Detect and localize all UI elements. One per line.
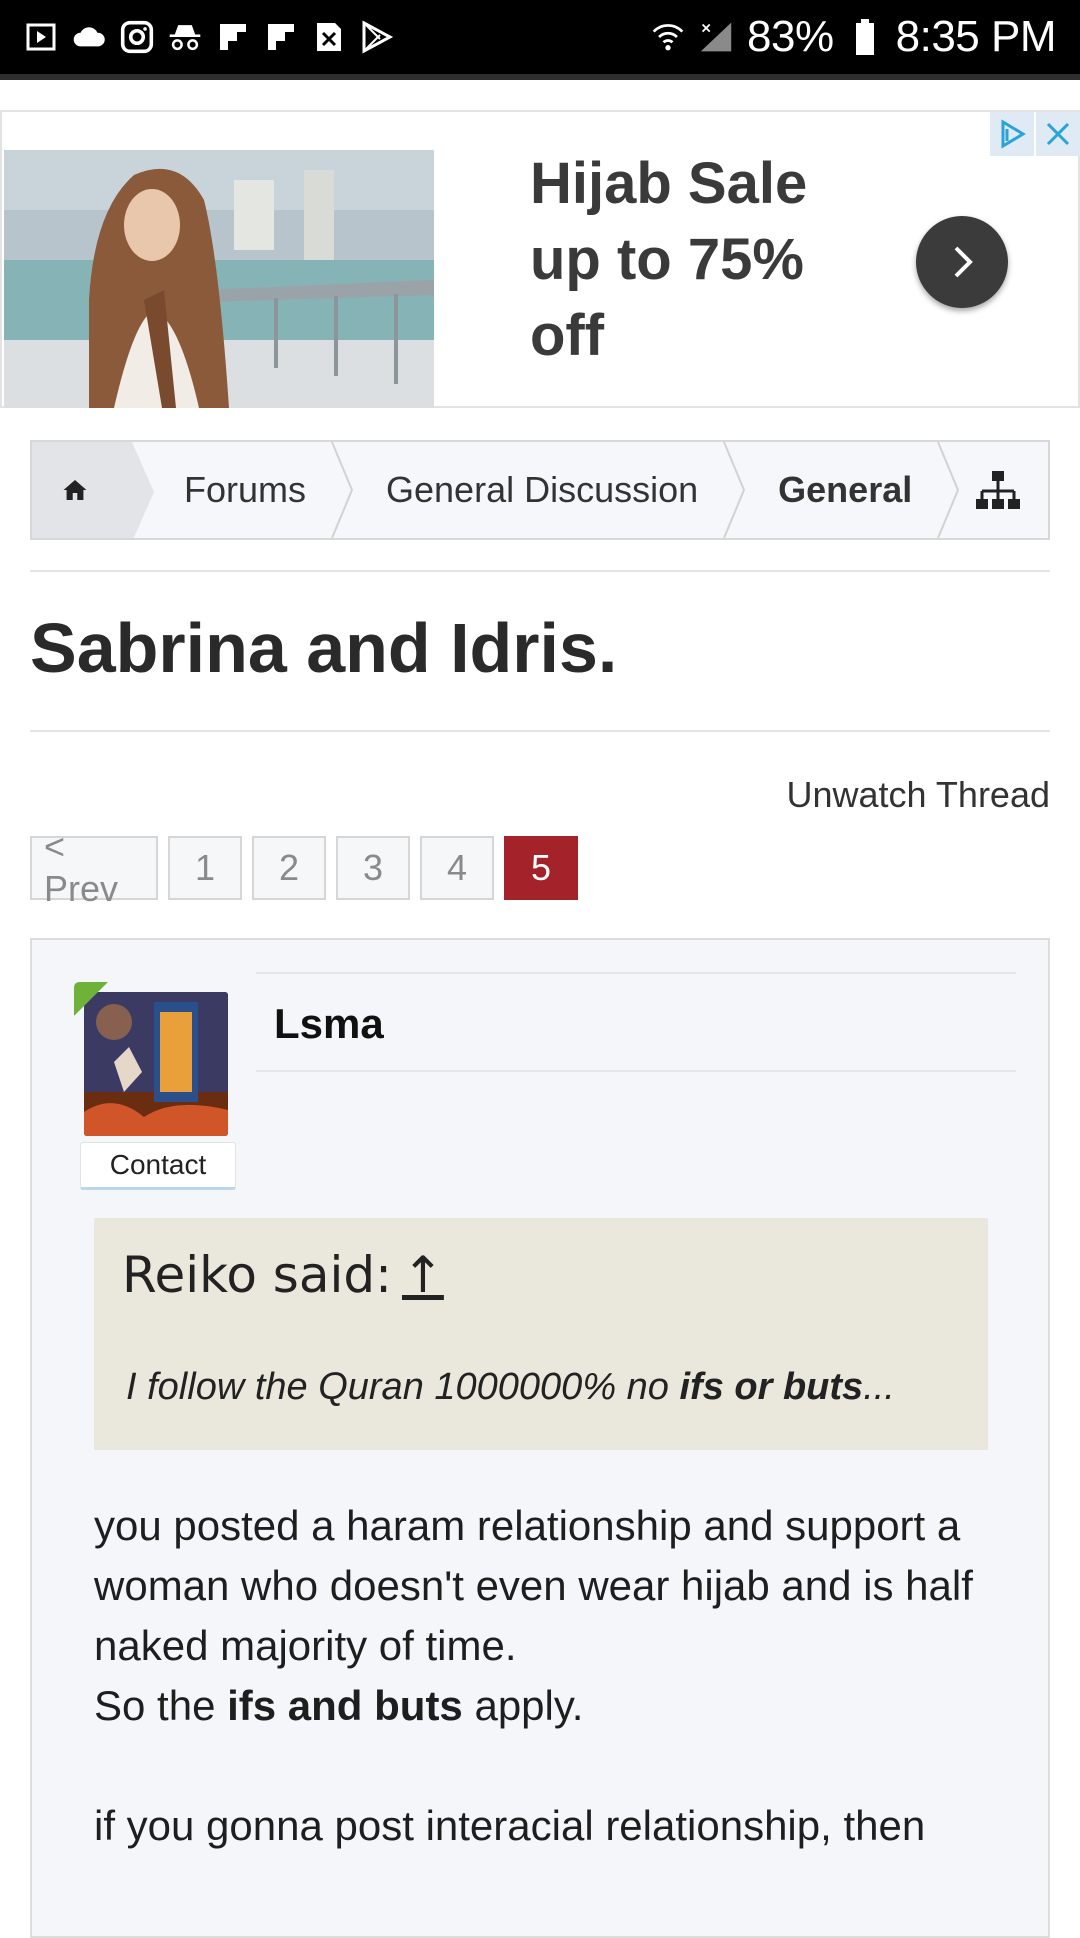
instagram-icon [120,20,154,54]
breadcrumb-label: Forums [184,469,307,510]
battery-icon [848,19,882,55]
breadcrumb-forums[interactable]: Forums [132,442,354,538]
notification-icons [24,20,394,54]
quote-text-plain: I follow the Quran 1000000% no [126,1366,680,1408]
breadcrumb-general[interactable]: General [726,442,960,538]
page-2-button[interactable]: 2 [252,836,326,900]
system-icons: 83% 8:35 PM [651,12,1057,62]
quote-text: I follow the Quran 1000000% no ifs or bu… [126,1366,895,1409]
breadcrumb-separator [937,442,960,538]
post-paragraph: So the ifs and buts apply. [94,1676,994,1736]
ad-image[interactable] [4,150,434,408]
breadcrumb-separator [331,442,354,538]
divider [30,570,1050,572]
post-text-bold: ifs and buts [227,1682,463,1729]
breadcrumb: Forums General Discussion General [30,440,1050,540]
breadcrumb-home[interactable] [32,442,154,538]
ad-headline[interactable]: Hijab Sale up to 75% off [530,146,870,374]
post-text: apply. [462,1682,584,1729]
incognito-icon [168,20,202,54]
adchoices-icon[interactable] [990,112,1034,156]
sitemap-icon [976,471,1020,509]
clock: 8:35 PM [895,12,1057,61]
online-status-indicator [74,982,108,1016]
breadcrumb-general-discussion[interactable]: General Discussion [334,442,746,538]
status-bar: 83% 8:35 PM [0,0,1080,74]
post-text: So the [94,1682,228,1729]
username-divider [256,972,1016,974]
quote-author-name: Reiko said: [122,1246,392,1304]
close-box-icon [312,20,346,54]
breadcrumb-label: General [778,469,913,510]
play-store-icon [360,20,394,54]
divider [30,730,1050,732]
page-4-button[interactable]: 4 [420,836,494,900]
ad-next-button[interactable] [916,216,1008,308]
breadcrumb-label: General Discussion [386,469,699,510]
post: Contact Lsma Reiko said: ↑ I follow the Q… [30,938,1050,1938]
page-1-button[interactable]: 1 [168,836,242,900]
contact-button[interactable]: Contact [80,1142,236,1190]
page-top-border [0,74,1080,80]
cloud-icon [72,20,106,54]
pagination: < Prev 1 2 3 4 5 [30,826,578,909]
home-icon [63,480,87,500]
quote-text-end: ... [863,1366,895,1408]
no-signal-icon [699,20,733,54]
wifi-icon [651,20,685,54]
quote-text-bold: ifs or buts [679,1366,864,1408]
prev-page-button[interactable]: < Prev [30,826,158,909]
username-divider [256,1070,1016,1072]
flipboard-icon [216,20,250,54]
quote-author: Reiko said: ↑ [122,1246,444,1304]
page-5-button[interactable]: 5 [504,836,578,900]
page-3-button[interactable]: 3 [336,836,410,900]
thread-title: Sabrina and Idris. [30,609,618,687]
breadcrumb-separator [723,442,746,538]
post-paragraph: if you gonna post interacial relationshi… [94,1802,926,1849]
post-username[interactable]: Lsma [274,1000,384,1048]
unwatch-thread-link[interactable]: Unwatch Thread [787,774,1050,816]
ad-banner[interactable]: Hijab Sale up to 75% off [0,110,1080,408]
ad-close-icon[interactable] [1036,112,1080,156]
chevron-right-icon [954,246,973,278]
media-icon [24,20,58,54]
jump-to-quote-link[interactable]: ↑ [402,1246,444,1304]
sitemap-button[interactable] [948,442,1048,538]
post-paragraph: you posted a haram relationship and supp… [94,1502,973,1669]
quote-block: Reiko said: ↑ I follow the Quran 1000000%… [94,1218,988,1450]
flipboard-icon [264,20,298,54]
battery-percent: 83% [747,12,834,61]
